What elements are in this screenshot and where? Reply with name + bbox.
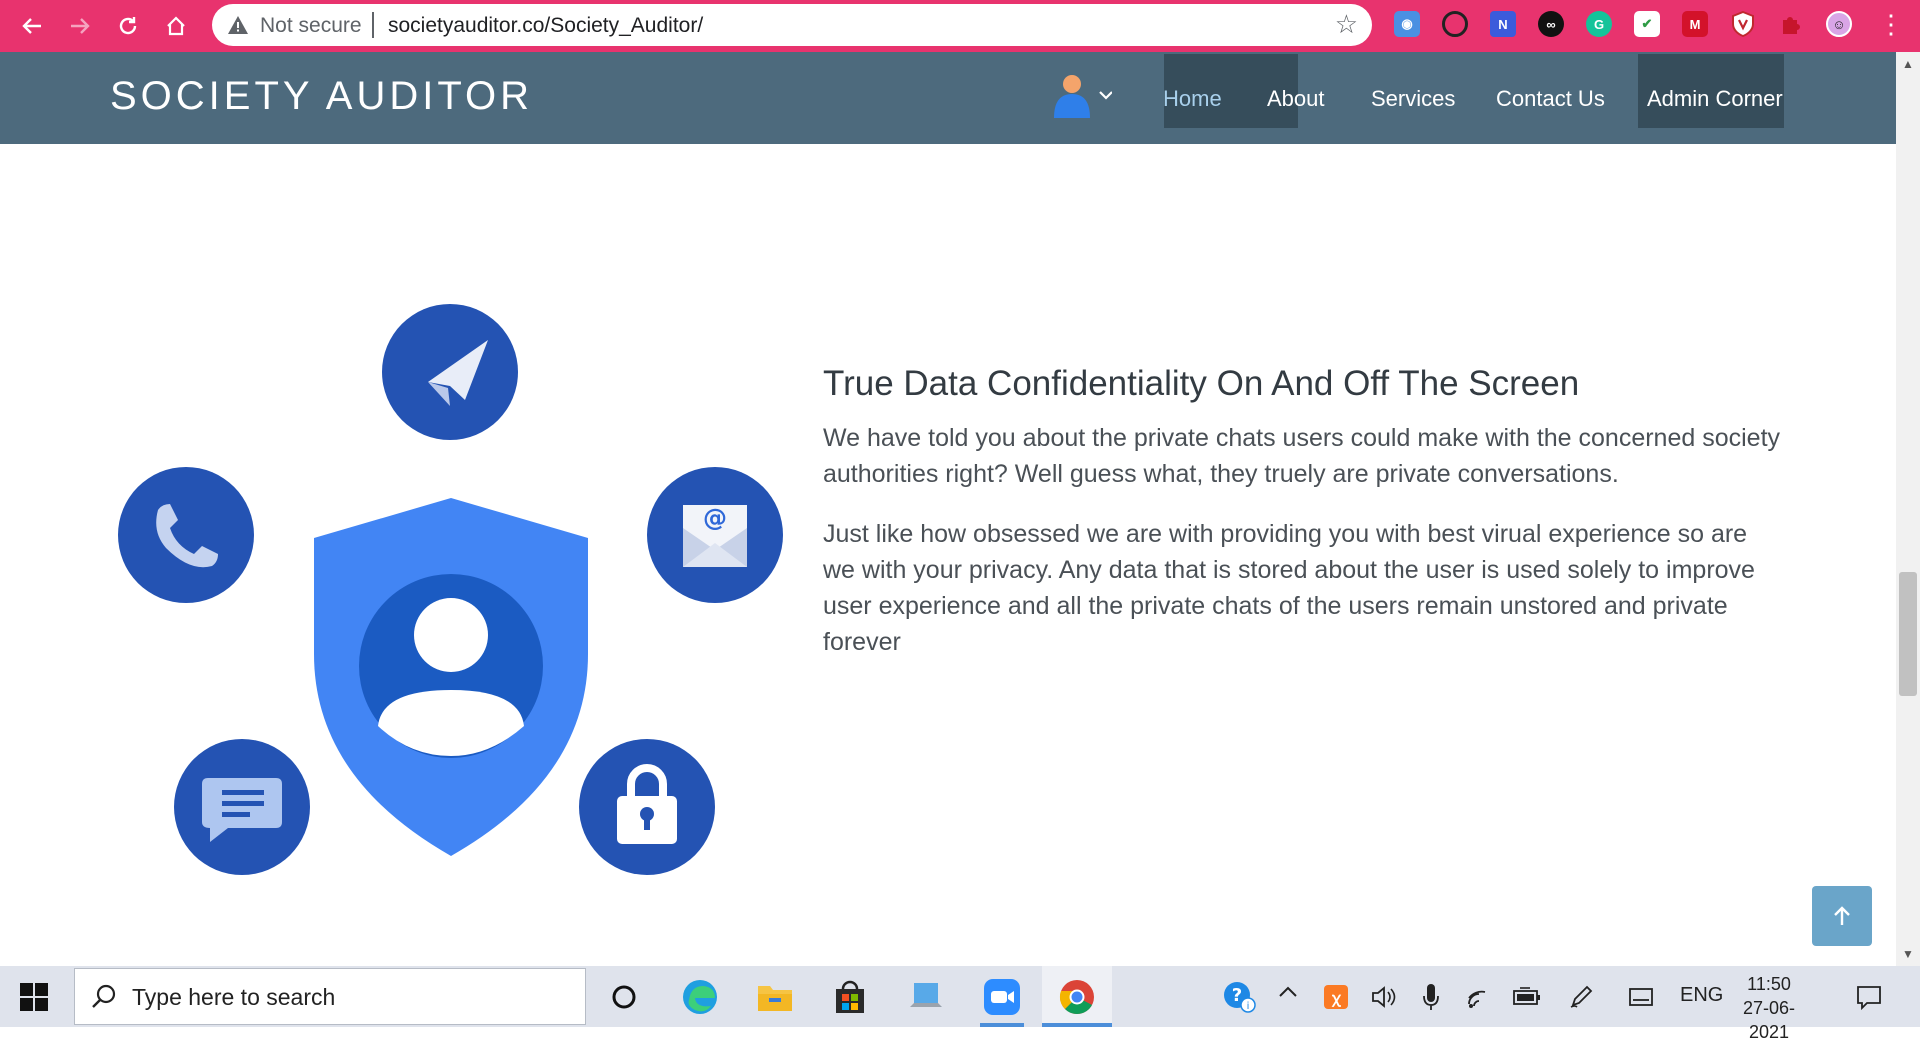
infinity-extension-icon[interactable]: ∞ — [1538, 11, 1564, 37]
microsoft-store-icon[interactable] — [829, 976, 871, 1018]
notification-center-icon[interactable] — [1848, 976, 1890, 1018]
nav-admin[interactable]: Admin Corner — [1647, 86, 1783, 112]
clock-date: 27-06-2021 — [1742, 998, 1796, 1042]
browser-toolbar: Not secure societyauditor.co/Society_Aud… — [0, 0, 1920, 52]
site-brand[interactable]: SOCIETY AUDITOR — [110, 74, 533, 119]
touch-keyboard-icon[interactable] — [1620, 976, 1662, 1018]
home-icon[interactable] — [160, 10, 192, 42]
taskbar-search-input[interactable]: Type here to search — [74, 968, 586, 1025]
nav-about[interactable]: About — [1267, 86, 1325, 112]
language-indicator[interactable]: ENG — [1680, 984, 1723, 1007]
user-dropdown[interactable] — [1050, 74, 1113, 120]
zoom-app-icon[interactable] — [981, 976, 1023, 1018]
page-scrollbar[interactable] — [1896, 52, 1920, 966]
browser-menu-icon[interactable]: ⋮ — [1878, 8, 1904, 40]
camera-extension-icon[interactable]: ◉ — [1394, 11, 1420, 37]
edge-browser-icon[interactable] — [679, 976, 721, 1018]
chrome-active-indicator — [1042, 1023, 1112, 1027]
svg-text:@: @ — [703, 504, 727, 532]
site-header: SOCIETY AUDITOR Home About Services Cont… — [0, 52, 1896, 144]
nav-home[interactable]: Home — [1163, 86, 1222, 112]
profile-avatar-icon[interactable]: ☺ — [1826, 11, 1852, 37]
microphone-icon[interactable] — [1410, 976, 1452, 1018]
wifi-icon[interactable] — [1458, 976, 1500, 1018]
xampp-tray-icon[interactable]: ꭓ — [1315, 976, 1357, 1018]
lock-icon — [579, 739, 715, 875]
windows-start-icon[interactable] — [20, 983, 48, 1011]
chat-icon — [174, 739, 310, 875]
circle-extension-icon[interactable] — [1442, 11, 1468, 37]
scrollbar-thumb[interactable] — [1899, 572, 1917, 696]
laptop-app-icon[interactable] — [905, 976, 947, 1018]
url-text[interactable]: societyauditor.co/Society_Auditor/ — [388, 14, 703, 38]
shield-user-icon — [314, 498, 588, 856]
back-arrow-icon[interactable] — [16, 10, 48, 42]
svg-text:i: i — [1247, 1001, 1250, 1012]
chevron-down-icon — [1099, 91, 1113, 100]
file-explorer-icon[interactable] — [754, 976, 796, 1018]
back-to-top-button[interactable] — [1812, 886, 1872, 946]
pen-icon[interactable] — [1560, 976, 1602, 1018]
system-clock[interactable]: 11:50 27-06-2021 — [1728, 972, 1810, 1044]
forward-arrow-icon[interactable] — [64, 10, 96, 42]
phone-icon — [118, 467, 254, 603]
nav-contact[interactable]: Contact Us — [1496, 86, 1605, 112]
nav-services[interactable]: Services — [1371, 86, 1455, 112]
arrow-up-icon — [1834, 906, 1850, 925]
reload-icon[interactable] — [112, 10, 144, 42]
chrome-app-icon[interactable] — [1056, 976, 1098, 1018]
clock-time: 11:50 — [1747, 974, 1791, 994]
grammarly-extension-icon[interactable]: G — [1586, 11, 1612, 37]
search-icon — [92, 984, 116, 1008]
privacy-illustration: @ — [118, 304, 783, 875]
shield-extension-icon[interactable] — [1730, 11, 1756, 37]
m-extension-icon[interactable]: M — [1682, 11, 1708, 37]
cortana-icon[interactable] — [603, 976, 645, 1018]
section-paragraph-2: Just like how obsessed we are with provi… — [823, 520, 1755, 656]
windows-taskbar: Type here to search ? i ꭓ ENG 11:50 27-0… — [0, 966, 1920, 1042]
email-icon: @ — [647, 467, 783, 603]
checklist-extension-icon[interactable]: ✔ — [1634, 11, 1660, 37]
omnibox-divider — [372, 12, 374, 38]
chevron-up-icon[interactable] — [1277, 982, 1299, 1008]
zoom-running-indicator — [980, 1023, 1024, 1027]
user-avatar-icon — [1054, 75, 1113, 118]
n-extension-icon[interactable]: N — [1490, 11, 1516, 37]
section-title: True Data Confidentiality On And Off The… — [823, 364, 1580, 403]
battery-icon[interactable] — [1506, 976, 1548, 1018]
paper-plane-icon — [382, 304, 518, 440]
volume-icon[interactable] — [1363, 976, 1405, 1018]
bookmark-star-icon[interactable]: ☆ — [1335, 9, 1358, 40]
scroll-up-arrow-icon[interactable]: ▲ — [1898, 54, 1918, 74]
puzzle-extensions-icon[interactable] — [1778, 11, 1804, 37]
section-paragraph-1: We have told you about the private chats… — [823, 424, 1781, 488]
scroll-down-arrow-icon[interactable]: ▼ — [1898, 944, 1918, 964]
help-tray-icon[interactable]: ? i — [1218, 976, 1260, 1018]
security-label[interactable]: Not secure — [260, 14, 362, 38]
search-placeholder: Type here to search — [132, 984, 336, 1010]
address-bar[interactable]: Not secure societyauditor.co/Society_Aud… — [212, 4, 1372, 46]
warning-triangle-icon — [228, 16, 248, 34]
